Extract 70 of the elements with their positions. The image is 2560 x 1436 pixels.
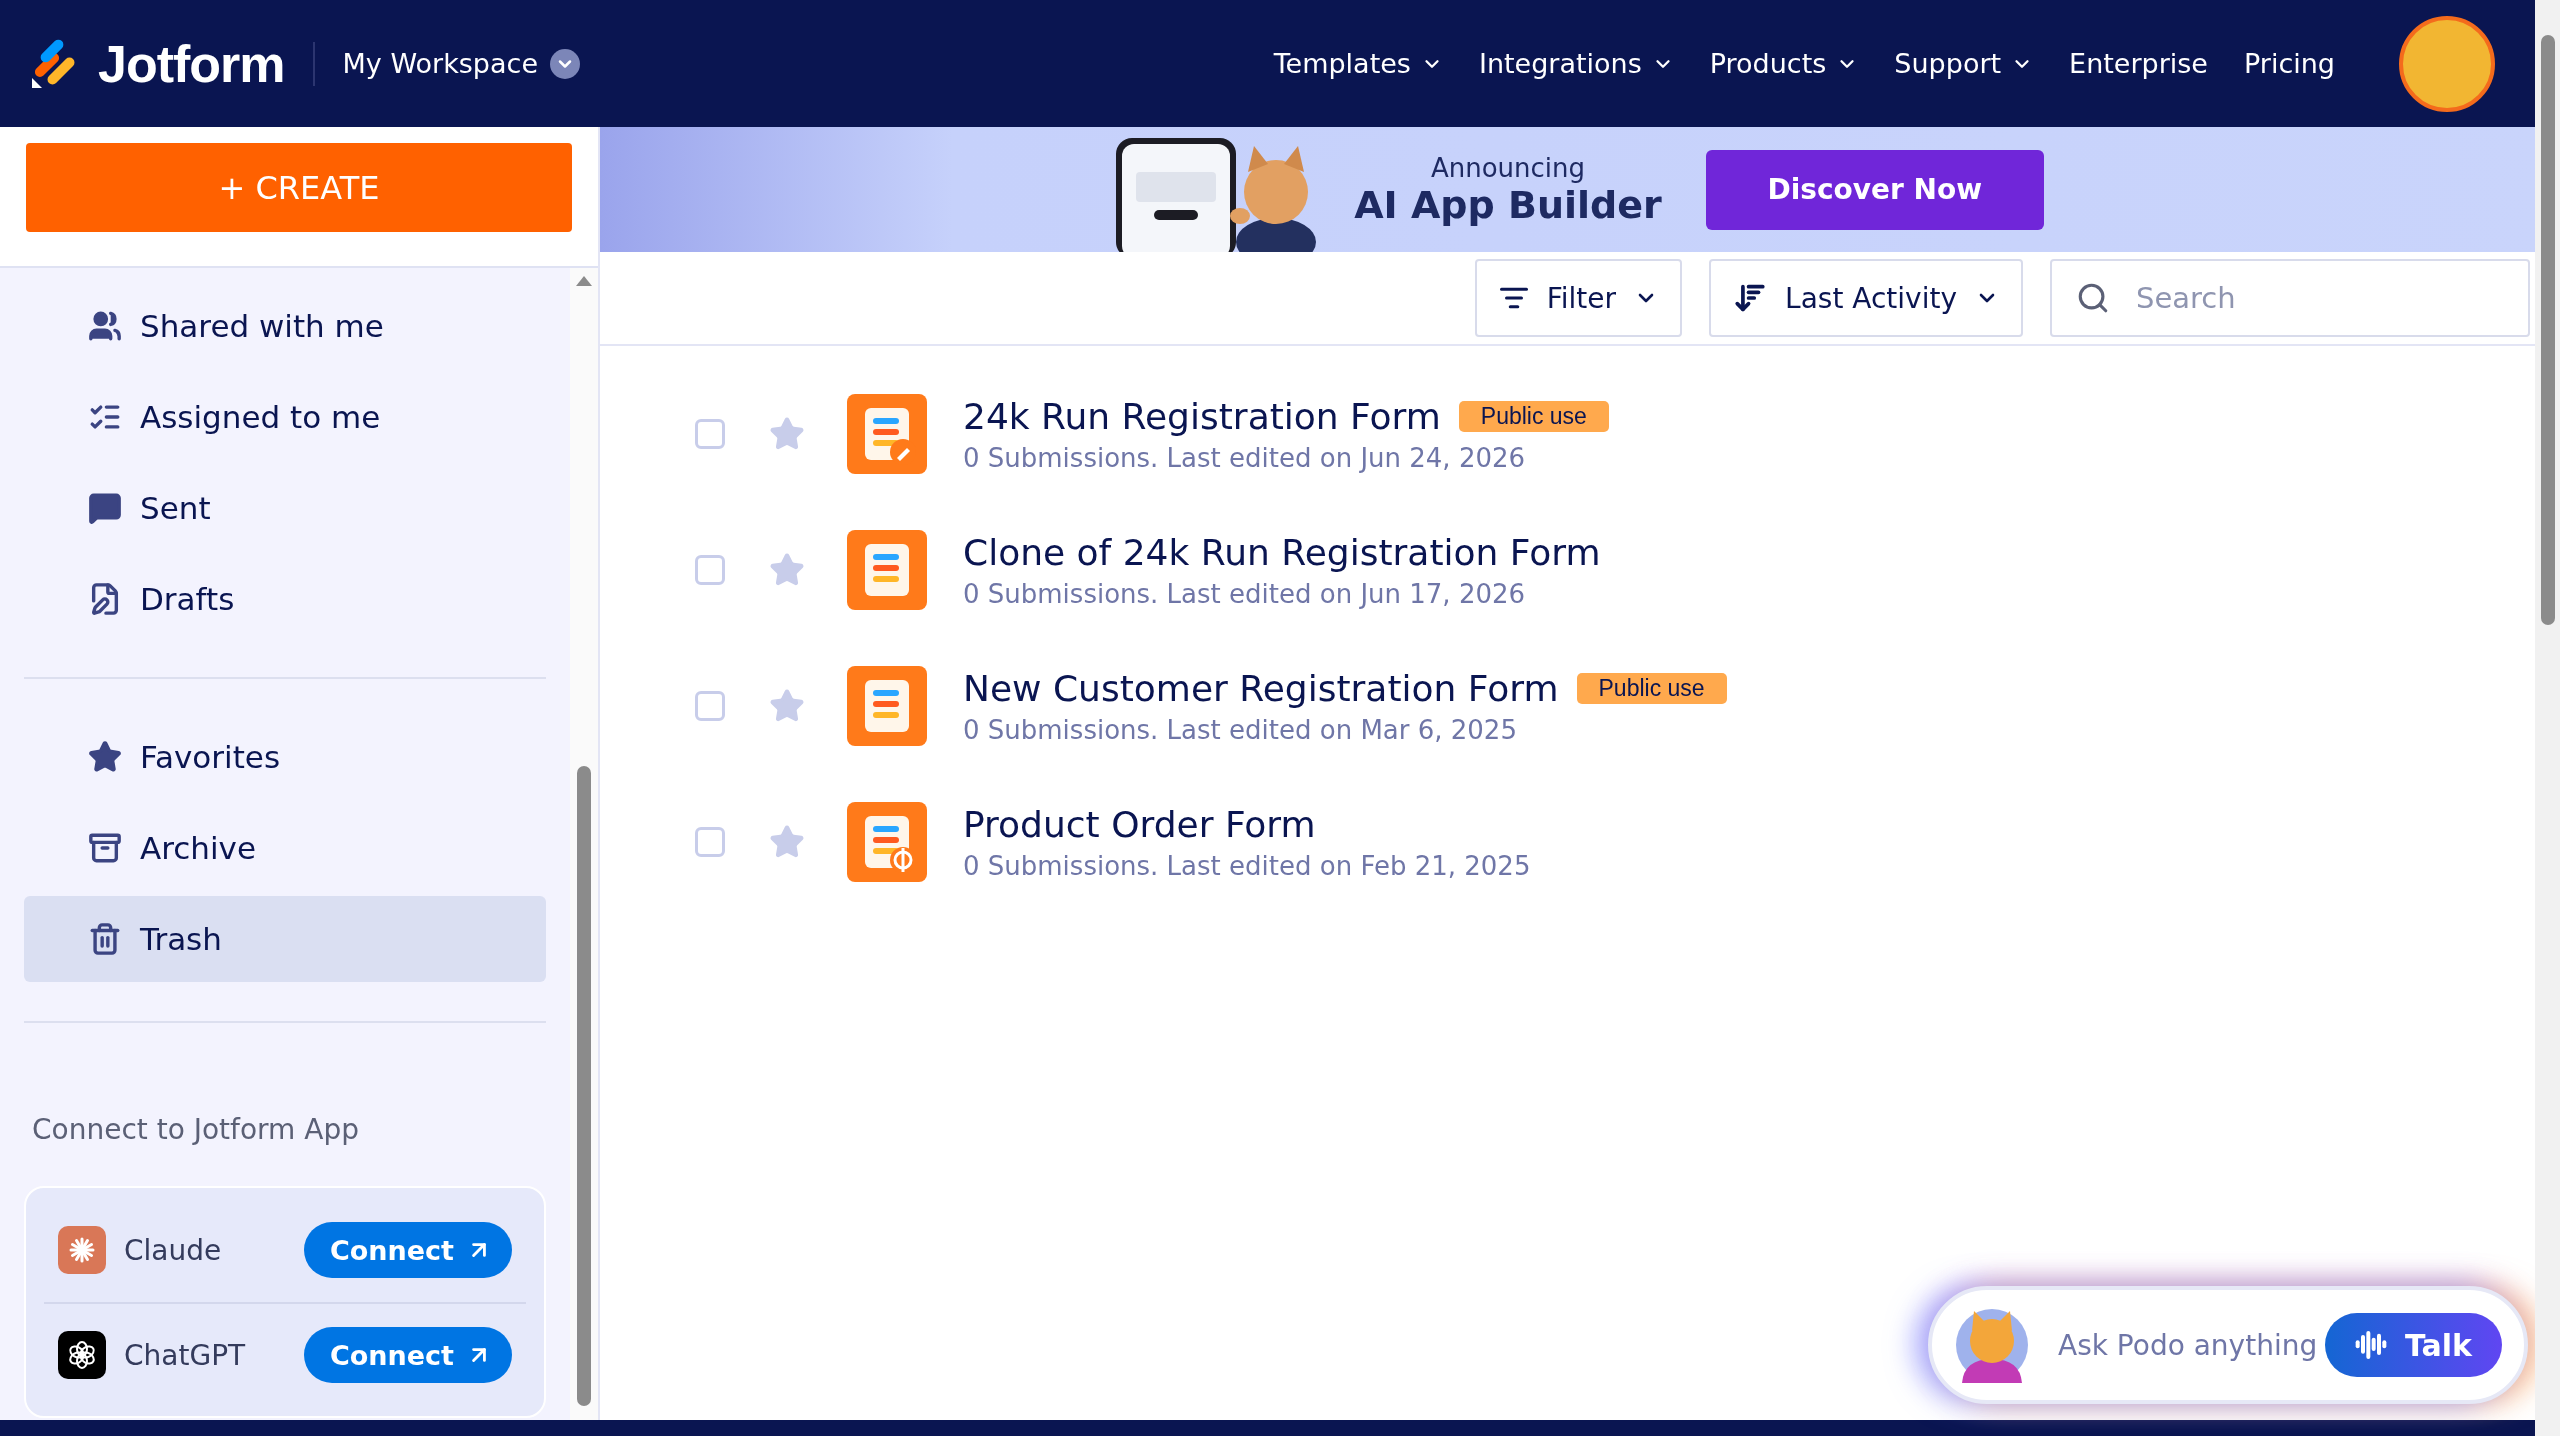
form-pen-icon [847, 394, 927, 474]
star-icon[interactable] [769, 552, 805, 588]
form-title[interactable]: Product Order Form [963, 803, 1316, 845]
star-icon[interactable] [769, 824, 805, 860]
public-badge: Public use [1458, 400, 1609, 432]
sidebar-item-label: Shared with me [140, 308, 384, 344]
discover-button[interactable]: Discover Now [1705, 149, 2044, 230]
sidebar-item-label: Drafts [140, 581, 235, 617]
star-icon[interactable] [769, 688, 805, 724]
chevron-icon [550, 48, 580, 79]
app-name: ChatGPT [124, 1338, 246, 1372]
workspace-menu[interactable]: My Workspace [342, 48, 580, 79]
sidebar-item[interactable]: Shared with me [24, 283, 546, 369]
nav-link[interactable]: Pricing [2244, 48, 2335, 79]
star-icon [88, 740, 122, 774]
sidebar-item[interactable]: Archive [24, 805, 546, 891]
form-title[interactable]: 24k Run Registration Form [963, 395, 1441, 437]
people-icon [88, 309, 122, 343]
assistant-bar[interactable]: Ask Podo anything Talk [1928, 1286, 2528, 1404]
sidebar-item-label: Favorites [140, 739, 281, 775]
nav-link[interactable]: Enterprise [2069, 48, 2208, 79]
sidebar-item[interactable]: Drafts [24, 556, 546, 642]
section-title: Connect to Jotform App [32, 1113, 360, 1146]
nav-link[interactable]: Templates [1273, 48, 1443, 79]
form-meta: 0 Submissions. Last edited on Feb 21, 2025 [963, 850, 1531, 881]
search-field[interactable]: Search [2050, 259, 2530, 337]
form-icon [847, 530, 927, 610]
app-name: Claude [124, 1233, 222, 1267]
assistant-placeholder: Ask Podo anything [2058, 1328, 2318, 1362]
scrollbar[interactable] [2535, 0, 2560, 1436]
checkbox[interactable] [695, 827, 725, 857]
sidebar-item-label: Archive [140, 830, 256, 866]
sidebar-item-label: Trash [140, 921, 222, 957]
checkbox[interactable] [695, 419, 725, 449]
scrollbar[interactable] [570, 268, 598, 1420]
knot-icon [58, 1331, 106, 1379]
form-meta: 0 Submissions. Last edited on Mar 6, 2025 [963, 714, 1518, 745]
form-dollar-icon [847, 802, 927, 882]
sidebar-item[interactable]: Assigned to me [24, 374, 546, 460]
checkbox[interactable] [695, 691, 725, 721]
form-icon [847, 666, 927, 746]
nav-link[interactable]: Integrations [1478, 48, 1674, 79]
sidebar-item-label: Assigned to me [140, 399, 381, 435]
banner-eyebrow: Announcing [1430, 152, 1586, 183]
logo-text[interactable]: Jotform [98, 33, 285, 94]
form-title[interactable]: New Customer Registration Form [963, 667, 1559, 709]
connect-button[interactable]: Connect [303, 1222, 512, 1278]
form-title[interactable]: Clone of 24k Run Registration Form [963, 531, 1601, 573]
sidebar-item[interactable]: Favorites [24, 714, 546, 800]
sidebar-item-label: Sent [140, 490, 211, 526]
sidebar-item[interactable]: Sent [24, 465, 546, 551]
filter-button[interactable]: Filter [1474, 259, 1683, 337]
star-icon[interactable] [769, 416, 805, 452]
sidebar-item[interactable]: Trash [24, 896, 546, 982]
archive-box-icon [88, 831, 122, 865]
scroll-up-icon[interactable] [576, 276, 592, 286]
form-meta: 0 Submissions. Last edited on Jun 17, 2026 [963, 578, 1527, 609]
checkbox[interactable] [695, 555, 725, 585]
sparkle-icon [58, 1226, 106, 1274]
message-icon [88, 491, 122, 525]
talk-button[interactable]: Talk [2324, 1313, 2502, 1377]
nav-link[interactable]: Products [1709, 48, 1859, 79]
audio-icon [2354, 1329, 2387, 1361]
form-meta: 0 Submissions. Last edited on Jun 24, 2026 [963, 442, 1527, 473]
nav-link[interactable]: Support [1894, 48, 2034, 79]
public-badge: Public use [1576, 672, 1727, 704]
trash-icon [88, 922, 122, 956]
sort-button[interactable]: Last Activity [1709, 259, 2023, 337]
connect-button[interactable]: Connect [303, 1327, 512, 1383]
banner-title: AI App Builder [1354, 182, 1662, 227]
